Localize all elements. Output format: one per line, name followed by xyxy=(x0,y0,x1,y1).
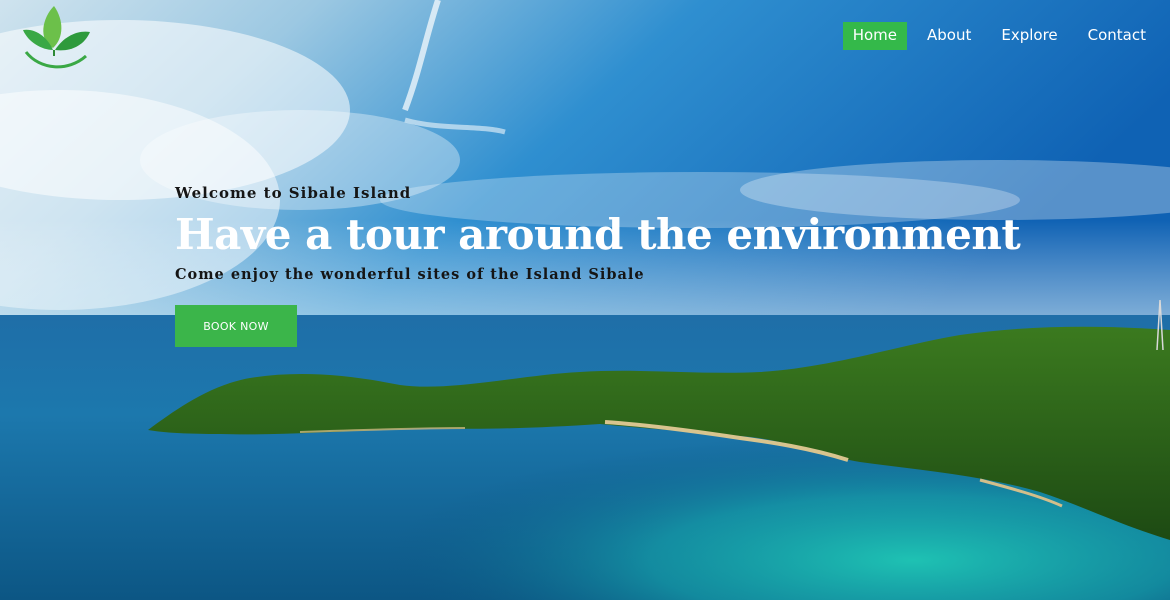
welcome-text: Welcome to Sibale Island xyxy=(175,184,412,202)
hero-background-image xyxy=(0,0,1170,600)
nav-explore[interactable]: Explore xyxy=(991,22,1067,50)
hero-subline: Come enjoy the wonderful sites of the Is… xyxy=(175,266,645,283)
main-nav: Home About Explore Contact xyxy=(837,22,1156,50)
hero-headline: Have a tour around the environment xyxy=(175,210,1021,259)
book-now-button[interactable]: BOOK NOW xyxy=(175,305,297,347)
nav-about[interactable]: About xyxy=(917,22,981,50)
hero-text: Welcome to Sibale Island Have a tour aro… xyxy=(175,182,1035,286)
nav-home[interactable]: Home xyxy=(842,22,907,50)
leaf-logo-icon[interactable] xyxy=(20,0,94,74)
nav-contact[interactable]: Contact xyxy=(1078,22,1156,50)
hero-section: Home About Explore Contact Welcome to Si… xyxy=(0,0,1170,600)
